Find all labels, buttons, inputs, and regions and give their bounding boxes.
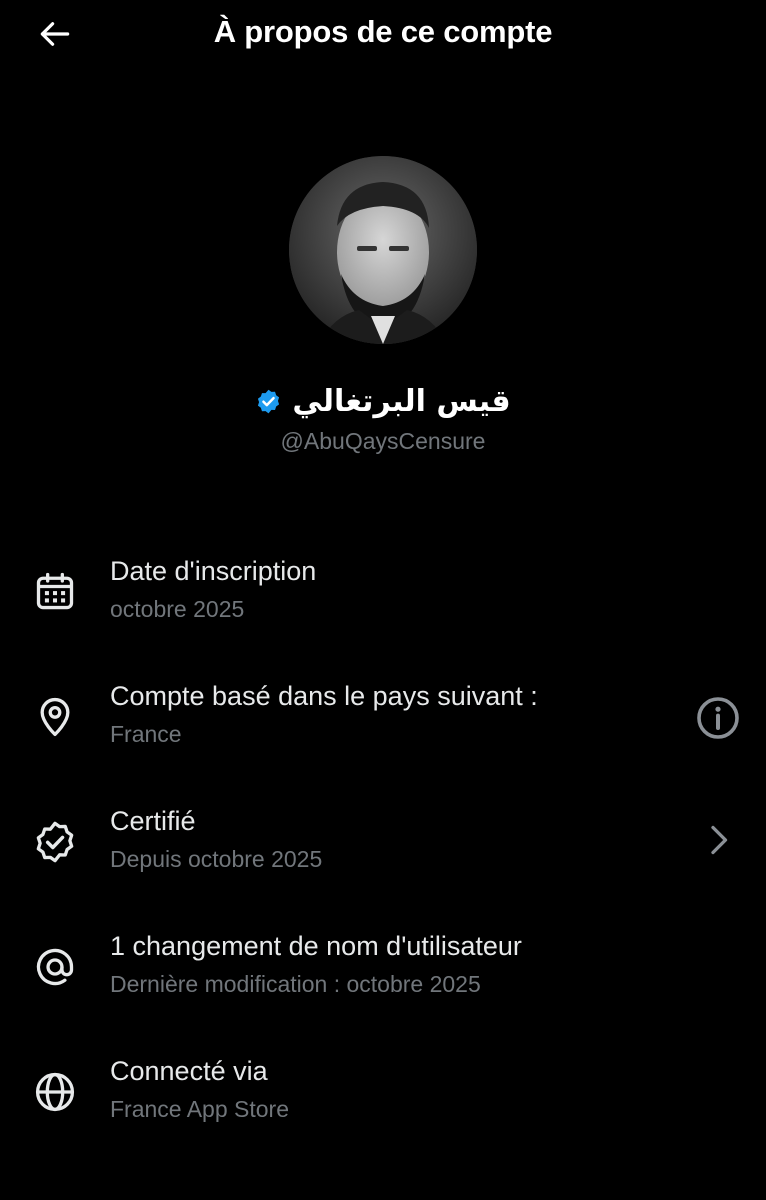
detail-row-country: Compte basé dans le pays suivant : Franc… bbox=[0, 673, 766, 798]
verified-since-value: Depuis octobre 2025 bbox=[110, 846, 323, 872]
header-bar: À propos de ce compte bbox=[0, 0, 766, 70]
verified-label: Certifié bbox=[110, 806, 196, 836]
at-sign-icon bbox=[33, 945, 77, 989]
country-value: France bbox=[110, 721, 182, 747]
verified-chevron-button[interactable] bbox=[698, 820, 738, 860]
calendar-icon bbox=[33, 570, 77, 614]
detail-row-username-changes: 1 changement de nom d'utilisateur Derniè… bbox=[0, 923, 766, 1048]
info-icon bbox=[697, 697, 739, 739]
location-pin-icon bbox=[33, 695, 77, 739]
detail-row-join-date: Date d'inscription octobre 2025 bbox=[0, 548, 766, 673]
verified-badge-icon bbox=[33, 820, 77, 864]
display-name: قيس البرتغالي bbox=[292, 383, 511, 419]
country-info-button[interactable] bbox=[694, 694, 742, 742]
verified-checkmark-icon bbox=[255, 388, 282, 415]
name-row: قيس البرتغالي bbox=[0, 382, 766, 420]
username-changes-value: Dernière modification : octobre 2025 bbox=[110, 971, 481, 997]
avatar[interactable] bbox=[289, 156, 477, 344]
connected-via-value: France App Store bbox=[110, 1096, 289, 1122]
connected-via-label: Connecté via bbox=[110, 1056, 268, 1086]
globe-icon bbox=[33, 1070, 77, 1114]
detail-row-verified[interactable]: Certifié Depuis octobre 2025 bbox=[0, 798, 766, 923]
profile-section: قيس البرتغالي @AbuQaysCensure bbox=[0, 156, 766, 455]
join-date-label: Date d'inscription bbox=[110, 556, 317, 586]
page-title: À propos de ce compte bbox=[213, 14, 553, 49]
chevron-right-icon bbox=[711, 825, 728, 855]
username-changes-label: 1 changement de nom d'utilisateur bbox=[110, 931, 522, 961]
detail-row-connected-via: Connecté via France App Store bbox=[0, 1048, 766, 1173]
username-handle: @AbuQaysCensure bbox=[280, 428, 486, 454]
account-details-list: Date d'inscription octobre 2025 Compte b… bbox=[0, 548, 766, 1173]
avatar-photo bbox=[289, 156, 477, 344]
country-label: Compte basé dans le pays suivant : bbox=[110, 681, 538, 711]
join-date-value: octobre 2025 bbox=[110, 596, 245, 622]
